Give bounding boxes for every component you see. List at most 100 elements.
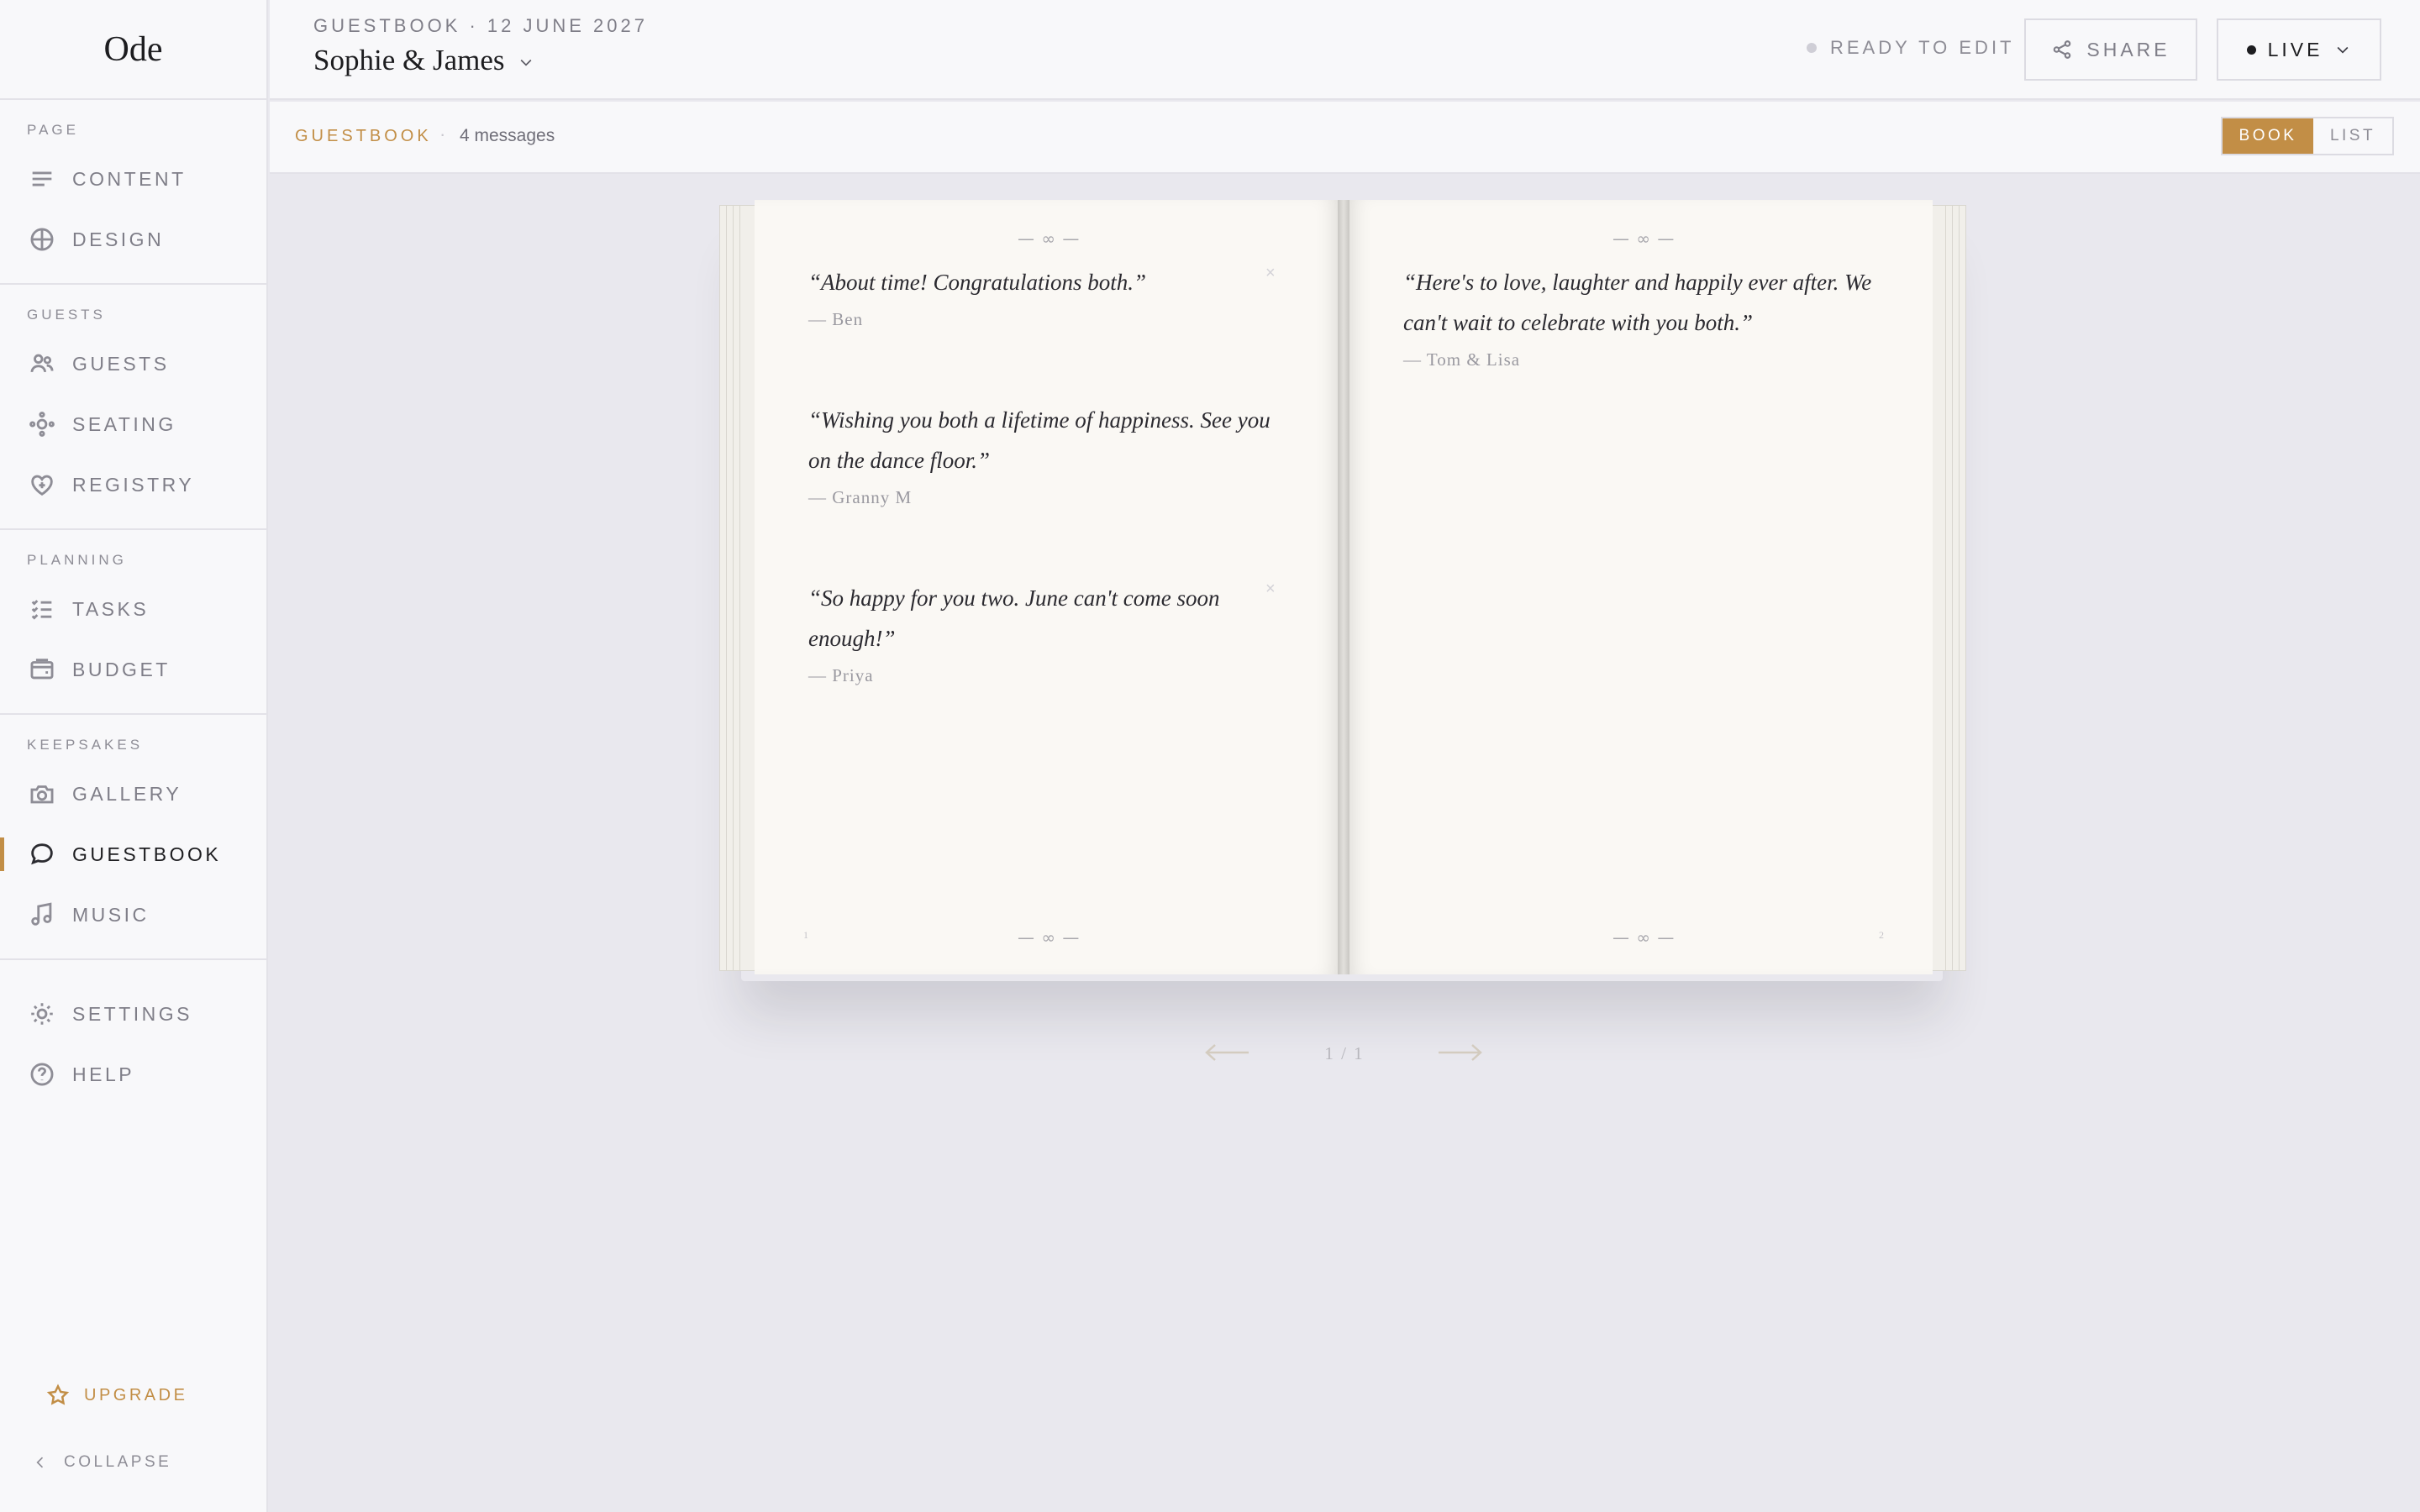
sidebar-item-label: REGISTRY (72, 473, 195, 496)
guestbook-toolbar: GUESTBOOK · 4 messages BOOK LIST (270, 102, 2420, 174)
view-toggle: BOOK LIST (2221, 117, 2394, 155)
section-label: GUESTS (27, 307, 106, 323)
sidebar-item-label: BUDGET (72, 658, 171, 680)
book-spine (1338, 200, 1349, 974)
collapse-button[interactable]: COLLAPSE (32, 1453, 171, 1472)
entry-author: — Tom & Lisa (1403, 349, 1521, 370)
guestbook-entry[interactable]: “Here's to love, laughter and happily ev… (1403, 262, 1886, 370)
message-count: 4 messages (460, 126, 555, 145)
entry-author: — Priya (808, 665, 874, 685)
upgrade-button[interactable]: UPGRADE (45, 1383, 187, 1408)
app-logo[interactable]: Ode (0, 0, 266, 100)
guestbook-entry[interactable]: “So happy for you two. June can't come s… (808, 578, 1291, 686)
entry-message: “Wishing you both a lifetime of happines… (808, 407, 1270, 473)
bottom-ornament: — ∞ — (1612, 927, 1676, 948)
design-globe-icon (27, 224, 57, 255)
section-label: KEEPSAKES (27, 737, 144, 753)
nav-section-system: SETTINGS HELP (0, 960, 266, 1118)
section-label: PLANNING (27, 552, 127, 568)
entry-message: “About time! Congratulations both.” (808, 270, 1147, 295)
heart-plus-icon (27, 470, 57, 500)
speech-bubble-icon (27, 839, 57, 869)
sidebar-item-label: DESIGN (72, 228, 165, 250)
breadcrumb: GUESTBOOK · 12 JUNE 2027 (313, 15, 648, 36)
upgrade-label: UPGRADE (84, 1385, 188, 1404)
entry-author: — Granny M (808, 487, 913, 507)
top-ornament: — ∞ — (1612, 228, 1676, 249)
live-label: LIVE (2267, 38, 2323, 60)
sidebar-item-content[interactable]: CONTENT (0, 149, 266, 209)
share-label: SHARE (2086, 38, 2170, 60)
sun-gear-icon (27, 999, 57, 1029)
next-page-button[interactable] (1437, 1040, 1484, 1069)
star-icon (46, 1383, 70, 1405)
collapse-label: COLLAPSE (64, 1453, 172, 1471)
arrow-right-icon (1439, 1044, 1482, 1061)
share-button[interactable]: SHARE (2024, 18, 2197, 81)
sidebar-item-seating[interactable]: SEATING (0, 394, 266, 454)
sidebar-item-guestbook[interactable]: GUESTBOOK (0, 824, 266, 885)
users-icon (27, 349, 57, 379)
bottom-ornament: — ∞ — (1018, 927, 1081, 948)
camera-icon (27, 779, 57, 809)
sidebar-item-label: HELP (72, 1063, 135, 1085)
top-header: GUESTBOOK · 12 JUNE 2027 Sophie & James … (270, 0, 2420, 100)
event-selector[interactable]: Sophie & James (313, 44, 534, 77)
checklist-icon (27, 594, 57, 624)
previous-page-button[interactable] (1203, 1040, 1250, 1069)
sidebar-item-design[interactable]: DESIGN (0, 209, 266, 270)
seating-nodes-icon (27, 409, 57, 439)
sidebar-item-music[interactable]: MUSIC (0, 885, 266, 945)
wallet-icon (27, 654, 57, 685)
separator: · (439, 123, 446, 144)
guestbook-entry[interactable]: “Wishing you both a lifetime of happines… (808, 400, 1291, 508)
sidebar-item-label: SEATING (72, 412, 176, 435)
sidebar-item-label: MUSIC (72, 903, 150, 926)
entry-message: “So happy for you two. June can't come s… (808, 585, 1220, 651)
sidebar-item-registry[interactable]: REGISTRY (0, 454, 266, 515)
entry-author: — Ben (808, 309, 864, 329)
right-page: — ∞ — “Here's to love, laughter and happ… (1349, 200, 1933, 974)
chevron-left-icon (36, 1457, 44, 1468)
sidebar-item-label: GALLERY (72, 782, 182, 805)
arrow-left-icon (1205, 1044, 1249, 1061)
sidebar-item-tasks[interactable]: TASKS (0, 579, 266, 639)
page-title: Sophie & James (313, 44, 505, 76)
page-indicator: 1 / 1 (1324, 1043, 1365, 1063)
edit-status: READY TO EDIT (1807, 37, 2015, 59)
sidebar-item-label: GUESTBOOK (72, 843, 222, 865)
status-text: READY TO EDIT (1830, 37, 2015, 58)
sidebar-item-label: SETTINGS (72, 1002, 193, 1025)
view-list-button[interactable]: LIST (2313, 118, 2392, 154)
entry-message: “Here's to love, laughter and happily ev… (1403, 270, 1872, 335)
sidebar-item-gallery[interactable]: GALLERY (0, 764, 266, 824)
guestbook-book: — ∞ — “About time! Congratulations both.… (716, 200, 1970, 976)
delete-entry-button[interactable]: × (1265, 580, 1276, 599)
chevron-down-icon (521, 59, 532, 66)
status-dot (1807, 43, 1817, 53)
sidebar-item-label: GUESTS (72, 352, 170, 375)
content-lines-icon (27, 164, 57, 194)
sidebar: Ode PAGE CONTENT DESIGN GUESTS GUESTS SE… (0, 0, 268, 1512)
delete-entry-button[interactable]: × (1265, 264, 1276, 283)
sidebar-item-guests[interactable]: GUESTS (0, 333, 266, 394)
sidebar-item-settings[interactable]: SETTINGS (0, 984, 266, 1044)
sidebar-item-help[interactable]: HELP (0, 1044, 266, 1105)
guestbook-entry[interactable]: “About time! Congratulations both.” — Be… (808, 262, 1291, 330)
music-note-icon (27, 900, 57, 930)
nav-section-keepsakes: KEEPSAKES GALLERY GUESTBOOK MUSIC (0, 715, 266, 960)
sidebar-item-label: TASKS (72, 597, 150, 620)
page-number: 2 (1879, 929, 1884, 941)
live-dot (2246, 45, 2256, 55)
help-circle-icon (27, 1059, 57, 1089)
sidebar-item-budget[interactable]: BUDGET (0, 639, 266, 700)
section-title: GUESTBOOK (295, 127, 432, 145)
page-number: 1 (803, 929, 808, 941)
left-page: — ∞ — “About time! Congratulations both.… (755, 200, 1338, 974)
view-book-button[interactable]: BOOK (2223, 118, 2313, 154)
nav-section-planning: PLANNING TASKS BUDGET (0, 530, 266, 715)
publish-status-dropdown[interactable]: LIVE (2217, 18, 2381, 81)
nav-section-page: PAGE CONTENT DESIGN (0, 100, 266, 285)
top-ornament: — ∞ — (1018, 228, 1081, 249)
section-label: PAGE (27, 122, 79, 138)
